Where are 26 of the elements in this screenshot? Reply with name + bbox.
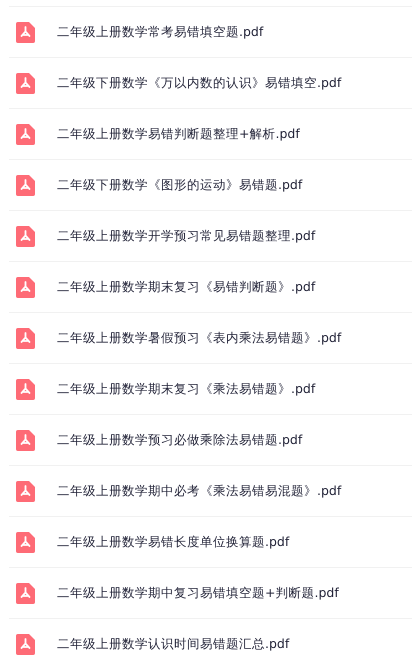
pdf-file-icon [16,634,35,654]
pdf-file-icon [16,276,35,298]
file-name[interactable]: 二年级下册数学《万以内数的认识》易错填空.pdf [57,74,342,92]
file-name[interactable]: 二年级下册数学《图形的运动》易错题.pdf [57,176,302,194]
pdf-file-icon [16,72,35,94]
file-name[interactable]: 二年级上册数学期末复习《乘法易错题》.pdf [57,380,316,398]
file-name[interactable]: 二年级上册数学常考易错填空题.pdf [57,24,264,40]
pdf-file-icon [16,378,35,400]
pdf-file-icon [16,124,35,144]
file-name[interactable]: 二年级上册数学预习必做乘除法易错题.pdf [57,432,302,448]
file-name[interactable]: 二年级上册数学认识时间易错题汇总.pdf [57,636,290,652]
file-name[interactable]: 二年级上册数学期末复习《易错判断题》.pdf [57,278,316,296]
file-name[interactable]: 二年级上册数学期中复习易错填空题+判断题.pdf [57,584,339,602]
file-name[interactable]: 二年级上册数学暑假预习《表内乘法易错题》.pdf [57,330,342,346]
pdf-file-icon [16,22,35,42]
file-name[interactable]: 二年级上册数学易错判断题整理+解析.pdf [57,126,300,142]
pdf-file-icon [16,328,35,348]
pdf-file-icon [16,582,35,604]
file-name[interactable]: 二年级上册数学期中必考《乘法易错易混题》.pdf [57,482,342,500]
pdf-file-icon [16,480,35,502]
pdf-file-icon [16,532,35,552]
pdf-file-icon [16,174,35,196]
pdf-file-icon [16,226,35,246]
pdf-file-icon [16,430,35,450]
file-name[interactable]: 二年级上册数学易错长度单位换算题.pdf [57,534,290,550]
file-name[interactable]: 二年级上册数学开学预习常见易错题整理.pdf [57,228,316,244]
